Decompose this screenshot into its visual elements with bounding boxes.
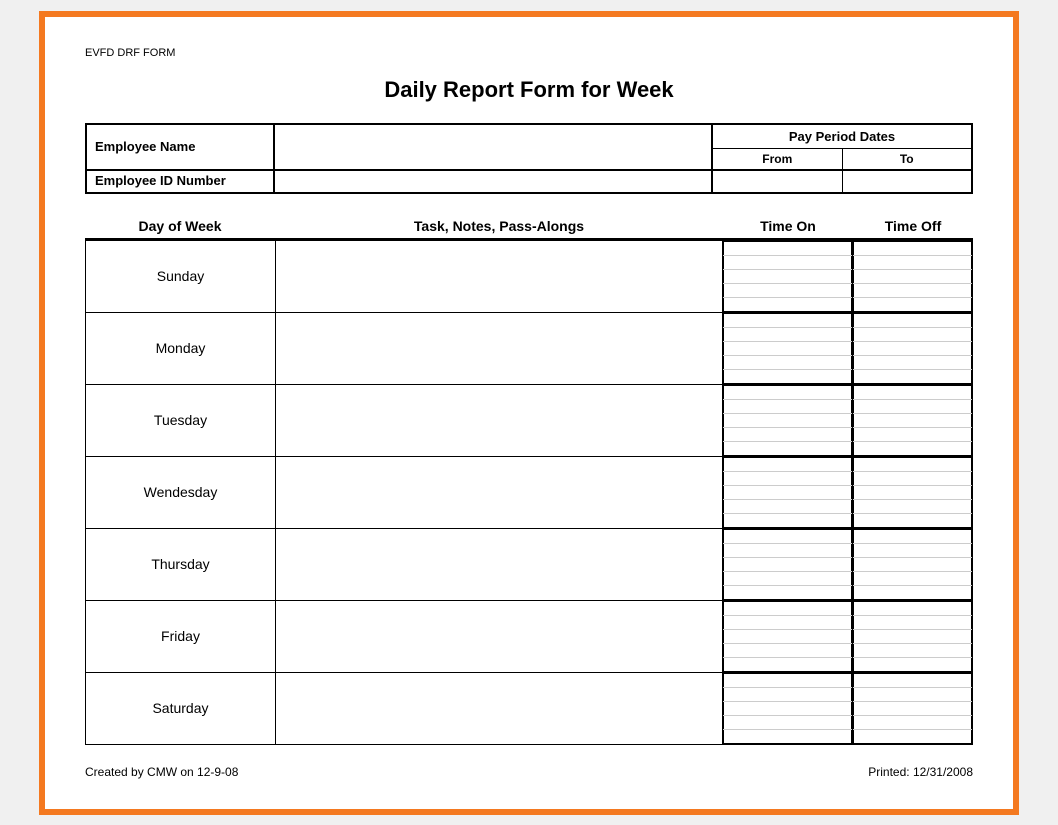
- task-cell-sunday[interactable]: [276, 240, 723, 312]
- day-cell-monday: Monday: [86, 312, 276, 384]
- pay-period-title: Pay Period Dates: [713, 125, 971, 149]
- timeon-cell-sunday[interactable]: [723, 240, 853, 312]
- table-row: Thursday: [86, 528, 973, 600]
- pay-from-label: From: [713, 149, 843, 169]
- page-title: Daily Report Form for Week: [85, 77, 973, 103]
- table-row: Monday: [86, 312, 973, 384]
- timeon-cell-friday[interactable]: [723, 600, 853, 672]
- employee-id-input[interactable]: [275, 169, 713, 194]
- timeon-cell-tuesday[interactable]: [723, 384, 853, 456]
- table-row: Sunday: [86, 240, 973, 312]
- pay-to-input[interactable]: [843, 169, 972, 192]
- table-row: Wendesday: [86, 456, 973, 528]
- day-cell-saturday: Saturday: [86, 672, 276, 744]
- footer-right: Printed: 12/31/2008: [868, 765, 973, 779]
- timeon-cell-saturday[interactable]: [723, 672, 853, 744]
- day-cell-sunday: Sunday: [86, 240, 276, 312]
- weekly-table: SundayMondayTuesdayWendesdayThursdayFrid…: [85, 240, 973, 745]
- timeoff-cell-tuesday[interactable]: [853, 384, 973, 456]
- timeoff-cell-sunday[interactable]: [853, 240, 973, 312]
- timeoff-cell-friday[interactable]: [853, 600, 973, 672]
- timeoff-cell-thursday[interactable]: [853, 528, 973, 600]
- form-label: EVFD DRF FORM: [85, 47, 973, 59]
- timeoff-cell-wendesday[interactable]: [853, 456, 973, 528]
- task-cell-friday[interactable]: [276, 600, 723, 672]
- page-container: EVFD DRF FORM Daily Report Form for Week…: [39, 11, 1019, 815]
- col-header-task: Task, Notes, Pass-Alongs: [275, 218, 723, 234]
- table-row: Saturday: [86, 672, 973, 744]
- col-header-timeoff: Time Off: [853, 218, 973, 234]
- col-header-day: Day of Week: [85, 218, 275, 234]
- task-cell-thursday[interactable]: [276, 528, 723, 600]
- pay-period-cols: From To: [713, 149, 971, 169]
- timeon-cell-monday[interactable]: [723, 312, 853, 384]
- timeoff-cell-monday[interactable]: [853, 312, 973, 384]
- pay-period-inputs: [713, 169, 973, 194]
- col-header-timeon: Time On: [723, 218, 853, 234]
- pay-from-input[interactable]: [713, 169, 843, 192]
- task-cell-monday[interactable]: [276, 312, 723, 384]
- task-cell-saturday[interactable]: [276, 672, 723, 744]
- day-cell-tuesday: Tuesday: [86, 384, 276, 456]
- footer-left: Created by CMW on 12-9-08: [85, 765, 238, 779]
- timeon-cell-wendesday[interactable]: [723, 456, 853, 528]
- pay-to-label: To: [843, 149, 972, 169]
- table-row: Tuesday: [86, 384, 973, 456]
- employee-name-label: Employee Name: [85, 123, 275, 171]
- employee-name-input[interactable]: [275, 123, 713, 171]
- day-cell-friday: Friday: [86, 600, 276, 672]
- footer: Created by CMW on 12-9-08 Printed: 12/31…: [85, 765, 973, 779]
- day-cell-wendesday: Wendesday: [86, 456, 276, 528]
- task-cell-wendesday[interactable]: [276, 456, 723, 528]
- pay-period-box: Pay Period Dates From To: [713, 123, 973, 171]
- header-row-2: Employee ID Number: [85, 169, 973, 194]
- day-cell-thursday: Thursday: [86, 528, 276, 600]
- timeoff-cell-saturday[interactable]: [853, 672, 973, 744]
- task-cell-tuesday[interactable]: [276, 384, 723, 456]
- column-headers: Day of Week Task, Notes, Pass-Alongs Tim…: [85, 218, 973, 240]
- header-row-1: Employee Name Pay Period Dates From To: [85, 123, 973, 171]
- employee-id-label: Employee ID Number: [85, 169, 275, 194]
- timeon-cell-thursday[interactable]: [723, 528, 853, 600]
- table-row: Friday: [86, 600, 973, 672]
